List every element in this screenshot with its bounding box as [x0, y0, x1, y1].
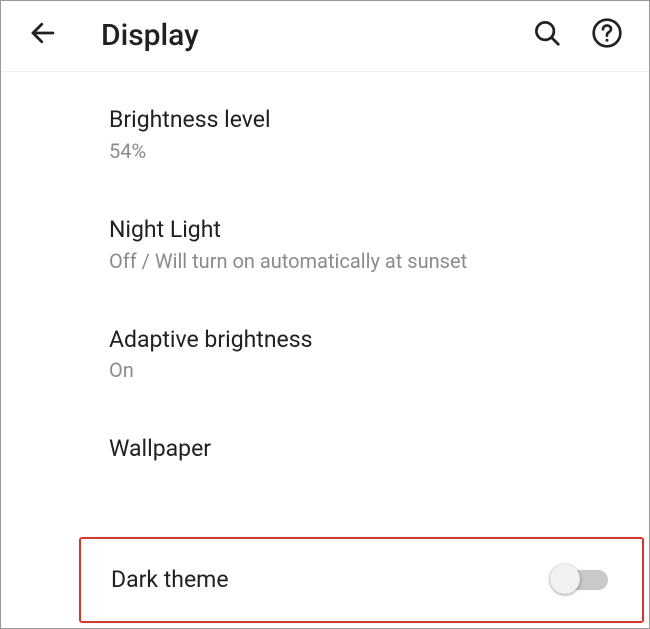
item-subtitle: Off / Will turn on automatically at suns…: [109, 249, 621, 274]
item-subtitle: On: [109, 358, 621, 383]
brightness-level-item[interactable]: Brightness level 54%: [109, 72, 621, 190]
adaptive-brightness-item[interactable]: Adaptive brightness On: [109, 300, 621, 410]
help-icon: [591, 17, 623, 53]
toggle-thumb: [550, 564, 580, 594]
dark-theme-item[interactable]: Dark theme: [111, 539, 618, 621]
settings-list: Brightness level 54% Night Light Off / W…: [1, 72, 649, 490]
item-title: Brightness level: [109, 106, 621, 135]
page-title: Display: [101, 18, 505, 53]
item-title: Dark theme: [111, 566, 229, 595]
search-button[interactable]: [529, 17, 565, 53]
app-header: Display: [1, 1, 649, 72]
item-title: Wallpaper: [109, 435, 621, 464]
back-button[interactable]: [25, 17, 61, 53]
item-title: Adaptive brightness: [109, 326, 621, 355]
highlighted-row: Dark theme: [79, 537, 644, 623]
arrow-back-icon: [28, 18, 58, 52]
help-button[interactable]: [589, 17, 625, 53]
wallpaper-item[interactable]: Wallpaper: [109, 409, 621, 490]
search-icon: [532, 18, 562, 52]
item-subtitle: 54%: [109, 139, 621, 164]
dark-theme-toggle[interactable]: [550, 568, 608, 592]
night-light-item[interactable]: Night Light Off / Will turn on automatic…: [109, 190, 621, 300]
item-title: Night Light: [109, 216, 621, 245]
